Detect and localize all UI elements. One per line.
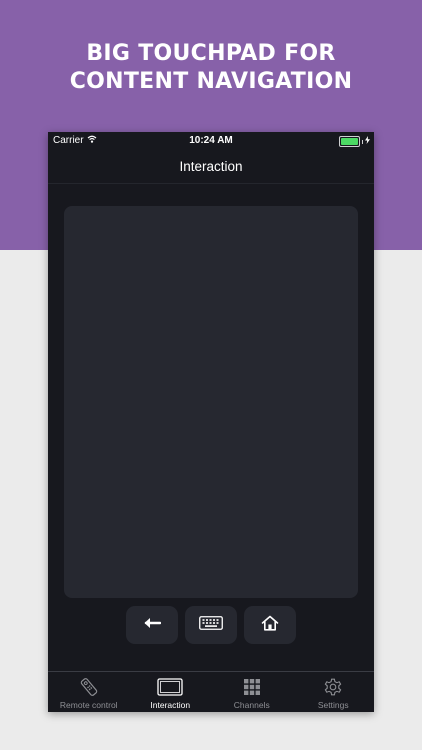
- status-time: 10:24 AM: [189, 135, 233, 146]
- headline-line-1: BIG TOUCHPAD FOR: [86, 41, 336, 66]
- touchpad-surface[interactable]: [64, 206, 358, 598]
- tab-remote-control[interactable]: Remote control: [48, 672, 130, 712]
- tab-label: Settings: [317, 700, 349, 710]
- tab-interaction[interactable]: Interaction: [130, 672, 212, 712]
- screen-icon: [157, 677, 183, 697]
- status-bar: Carrier 10:24 AM: [48, 132, 374, 149]
- remote-icon: [78, 677, 100, 697]
- battery-icon: [338, 136, 360, 147]
- tab-settings[interactable]: Settings: [293, 672, 375, 712]
- tab-channels[interactable]: Channels: [211, 672, 293, 712]
- tab-label: Channels: [233, 700, 270, 710]
- keyboard-button[interactable]: [185, 606, 237, 644]
- bolt-icon: [365, 136, 370, 147]
- gear-icon: [323, 677, 343, 697]
- back-button[interactable]: [126, 606, 178, 644]
- home-button[interactable]: [244, 606, 296, 644]
- tab-bar: Remote control Interaction Channels Sett…: [48, 671, 374, 712]
- left-arrow-icon: [143, 616, 162, 634]
- headline-line-2: CONTENT NAVIGATION: [69, 69, 353, 94]
- tab-label: Interaction: [150, 700, 191, 710]
- tab-label: Remote control: [59, 700, 118, 710]
- battery-tip: [361, 139, 363, 144]
- navigation-bar: Interaction: [48, 149, 374, 184]
- battery-level: [340, 138, 358, 145]
- promo-headline: BIG TOUCHPAD FOR CONTENT NAVIGATION: [0, 40, 422, 96]
- phone-screen: Carrier 10:24 AM Interaction Remote cont…: [48, 132, 374, 712]
- home-icon: [261, 615, 279, 636]
- grid-icon: [243, 677, 261, 697]
- keyboard-icon: [199, 615, 223, 635]
- nav-title: Interaction: [179, 158, 243, 174]
- control-buttons: [126, 606, 296, 644]
- battery-indicator: [338, 136, 370, 147]
